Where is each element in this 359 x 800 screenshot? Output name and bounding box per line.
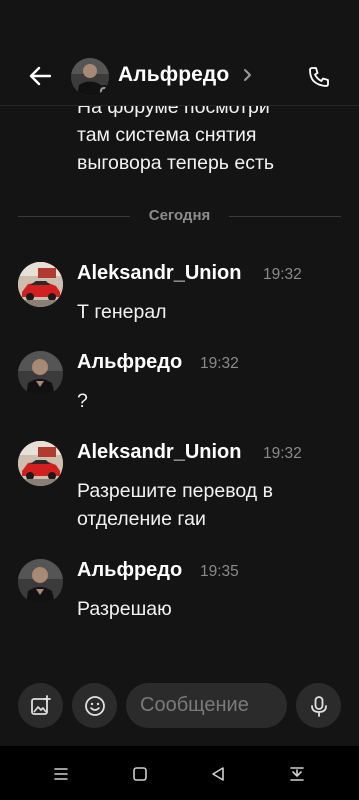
avatar[interactable]	[18, 262, 63, 307]
message-author[interactable]: Aleksandr_Union	[77, 441, 241, 464]
message-text: ?	[77, 387, 88, 415]
message-time: 19:32	[263, 445, 302, 462]
chat-title[interactable]: Альфредо	[118, 63, 229, 87]
system-back-button[interactable]	[204, 760, 232, 788]
chat-screen: На форуме посмотри там система снятия вы…	[0, 0, 359, 800]
message-text: Разрешите перевод в отделение гаи	[77, 477, 273, 533]
message-time: 19:32	[200, 355, 239, 372]
message-time: 19:32	[263, 266, 302, 283]
message-input-wrapper[interactable]	[126, 683, 287, 728]
message-text: Т генерал	[77, 298, 167, 326]
home-button[interactable]	[126, 760, 154, 788]
person-avatar-icon	[18, 351, 63, 396]
chat-header: Альфредо	[0, 48, 359, 106]
voice-record-button[interactable]	[296, 683, 341, 728]
chevron-right-icon[interactable]	[243, 68, 253, 87]
header-avatar[interactable]	[71, 58, 109, 96]
emoji-button[interactable]	[72, 683, 117, 728]
image-add-icon	[30, 694, 51, 715]
smile-icon	[84, 695, 105, 716]
attach-media-button[interactable]	[18, 683, 63, 728]
message-author[interactable]: Альфредо	[77, 351, 182, 374]
message-composer	[0, 662, 359, 746]
arrow-left-icon	[29, 66, 51, 86]
car-avatar-icon	[18, 441, 63, 486]
home-square-icon	[133, 767, 147, 781]
microphone-icon	[310, 695, 327, 717]
system-navigation-bar	[0, 746, 359, 800]
avatar[interactable]	[18, 351, 63, 396]
message-line: Разрешите перевод в	[77, 480, 273, 502]
back-button[interactable]	[22, 60, 58, 92]
presence-indicator	[98, 85, 109, 96]
notification-pull-icon	[290, 767, 304, 781]
phone-icon	[309, 67, 329, 87]
message-author[interactable]: Альфредо	[77, 559, 182, 582]
back-triangle-icon	[212, 767, 224, 781]
message-line: Разрешаю	[77, 598, 172, 620]
message-author[interactable]: Aleksandr_Union	[77, 262, 241, 285]
message-text: Разрешаю	[77, 595, 172, 623]
message-line: отделение гаи	[77, 508, 206, 530]
divider	[229, 216, 341, 217]
date-separator: Сегодня	[18, 206, 341, 226]
message-line: Т генерал	[77, 301, 167, 323]
car-avatar-icon	[18, 262, 63, 307]
menu-icon	[54, 768, 68, 780]
message-input[interactable]	[140, 694, 280, 717]
message-time: 19:35	[200, 563, 239, 580]
previous-message-line: там система снятия	[77, 124, 257, 146]
person-avatar-icon	[18, 559, 63, 604]
notification-pull-button[interactable]	[283, 760, 311, 788]
message-list[interactable]: На форуме посмотри там система снятия вы…	[0, 90, 359, 662]
message-line: ?	[77, 390, 88, 412]
avatar[interactable]	[18, 559, 63, 604]
call-button[interactable]	[303, 61, 335, 93]
avatar[interactable]	[18, 441, 63, 486]
recents-button[interactable]	[47, 760, 75, 788]
previous-message-line: выговора теперь есть	[77, 152, 275, 174]
